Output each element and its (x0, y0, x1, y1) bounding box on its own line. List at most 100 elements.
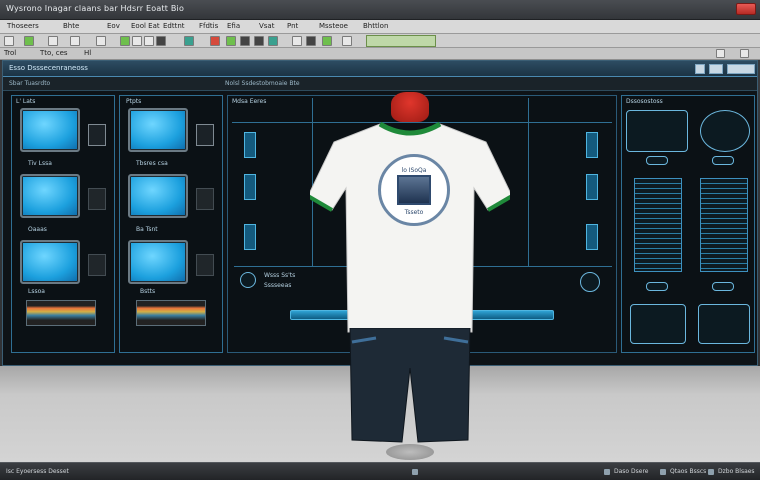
center-cell-5[interactable] (586, 174, 598, 200)
viewport-title: Esso Dsssecenraneoss (9, 64, 88, 72)
menu-item-4[interactable]: Eool Eat (128, 22, 163, 30)
tool-group-green[interactable] (366, 35, 436, 47)
tool-render-icon[interactable] (306, 36, 316, 46)
property-list-1[interactable] (634, 178, 682, 272)
center-row-label-2: Sssseeas (264, 282, 292, 289)
monitor-thumbnail-3[interactable] (20, 240, 80, 284)
camera-icon[interactable] (630, 304, 686, 344)
shirt-emblem: lo ISoQa Tsseto (378, 154, 450, 226)
small-toggle-2[interactable] (712, 156, 734, 165)
mid-left-panel: Ptpts Tbsres csa Ba Tsnt Bstts (119, 95, 223, 353)
viewport-subheader: Sbar Tuasrdto Nolsl Ssdestobmoaie Bte (3, 77, 757, 91)
monitor-thumbnail-1[interactable] (20, 108, 80, 152)
left-panel-label: L' Lats (16, 98, 36, 105)
tool-check-icon[interactable] (24, 36, 34, 46)
viewport-close-icon[interactable] (727, 64, 755, 74)
left-panel-label-2: Tiv Lssa (28, 160, 52, 167)
app-window: Wysrono Inagar claans bar Hdsrr Eoatt Bi… (0, 0, 760, 480)
menu-item-10[interactable]: Mssteoe (316, 22, 351, 30)
menu-item-6[interactable]: Ffdtis (196, 22, 221, 30)
status-indicator-2 (660, 469, 666, 475)
center-cell-2[interactable] (244, 174, 256, 200)
tool-play-icon[interactable] (226, 36, 236, 46)
close-button[interactable] (736, 3, 756, 15)
gear-icon[interactable] (698, 304, 750, 344)
small-thumb-4[interactable] (196, 124, 214, 146)
tool-stop-icon[interactable] (240, 36, 250, 46)
monitor-thumbnail-4[interactable] (128, 108, 188, 152)
tool-zoom-icon[interactable] (292, 36, 302, 46)
tool-layer-icon[interactable] (156, 36, 166, 46)
refresh-icon[interactable] (240, 272, 256, 288)
small-toggle-3[interactable] (646, 282, 668, 291)
viewport-restore-icon[interactable] (709, 64, 723, 74)
center-cell-1[interactable] (244, 132, 256, 158)
small-thumb-1[interactable] (88, 124, 106, 146)
grid-line-v2 (528, 98, 529, 266)
menu-item-9[interactable]: Pnt (284, 22, 301, 30)
menu-item-7[interactable]: Efia (224, 22, 243, 30)
mid-left-panel-label: Ptpts (126, 98, 142, 105)
menu-item-5[interactable]: Edttnt (160, 22, 188, 30)
tool-copy-icon[interactable] (132, 36, 142, 46)
shorts-garment[interactable] (348, 328, 472, 446)
tool-export-icon[interactable] (322, 36, 332, 46)
monitor-thumbnail-5[interactable] (128, 174, 188, 218)
maximize-icon[interactable] (740, 49, 749, 58)
tool-open-icon[interactable] (48, 36, 58, 46)
mannequin-model[interactable]: lo ISoQa Tsseto (300, 92, 520, 464)
minimize-icon[interactable] (716, 49, 725, 58)
center-panel-label: Mdsa Eeres (232, 98, 267, 105)
title-bar: Wysrono Inagar claans bar Hdsrr Eoatt Bi… (0, 0, 760, 20)
tool-teal-icon[interactable] (184, 36, 194, 46)
mid-left-panel-label-3: Ba Tsnt (136, 226, 158, 233)
status-indicator-1 (604, 469, 610, 475)
tool-new-icon[interactable] (4, 36, 14, 46)
small-thumb-5[interactable] (196, 188, 214, 210)
menu-item-1[interactable]: Thoseers (4, 22, 42, 30)
menu-item-3[interactable]: Eov (104, 22, 123, 30)
property-list-2[interactable] (700, 178, 748, 272)
tshirt-garment[interactable] (310, 118, 510, 338)
center-cell-3[interactable] (244, 224, 256, 250)
menu-item-8[interactable]: Vsat (256, 22, 277, 30)
left-panel-label-3: Oaaas (28, 226, 47, 233)
color-strip-2[interactable] (136, 300, 206, 326)
small-thumb-3[interactable] (88, 254, 106, 276)
path-item-3[interactable]: Hl (84, 49, 91, 57)
window-title: Wysrono Inagar claans bar Hdsrr Eoatt Bi… (6, 4, 185, 13)
status-right-1: Daso Dsere (614, 468, 649, 475)
status-right-2: Qtaos Bsscs (670, 468, 707, 475)
tool-paste-icon[interactable] (144, 36, 154, 46)
viewport-menu-icon[interactable] (695, 64, 705, 74)
center-cell-6[interactable] (586, 224, 598, 250)
path-item-2[interactable]: Tto, ces (40, 49, 68, 57)
small-toggle-4[interactable] (712, 282, 734, 291)
preview-node-icon[interactable] (626, 110, 688, 152)
tool-grid-icon[interactable] (254, 36, 264, 46)
right-panel-label: Dssosostoss (626, 98, 663, 105)
globe-icon[interactable] (580, 272, 600, 292)
preview-sphere-icon[interactable] (700, 110, 750, 152)
tool-save-icon[interactable] (70, 36, 80, 46)
monitor-thumbnail-2[interactable] (20, 174, 80, 218)
status-indicator-3 (708, 469, 714, 475)
monitor-thumbnail-6[interactable] (128, 240, 188, 284)
menu-item-2[interactable]: Bhte (60, 22, 82, 30)
small-thumb-6[interactable] (196, 254, 214, 276)
small-thumb-2[interactable] (88, 188, 106, 210)
mid-left-panel-label-4: Bstts (140, 288, 156, 295)
tool-settings-icon[interactable] (342, 36, 352, 46)
menu-item-11[interactable]: Bhttlon (360, 22, 391, 30)
tool-view-icon[interactable] (268, 36, 278, 46)
center-cell-4[interactable] (586, 132, 598, 158)
tool-green-icon[interactable] (120, 36, 130, 46)
subheader-left: Sbar Tuasrdto (9, 80, 51, 87)
small-toggle-1[interactable] (646, 156, 668, 165)
tool-cut-icon[interactable] (96, 36, 106, 46)
path-item-1[interactable]: Trol (4, 49, 16, 57)
tool-record-icon[interactable] (210, 36, 220, 46)
color-strip-1[interactable] (26, 300, 96, 326)
emblem-text-top: lo ISoQa (401, 167, 427, 174)
subheader-mid: Nolsl Ssdestobmoaie Bte (225, 80, 300, 87)
